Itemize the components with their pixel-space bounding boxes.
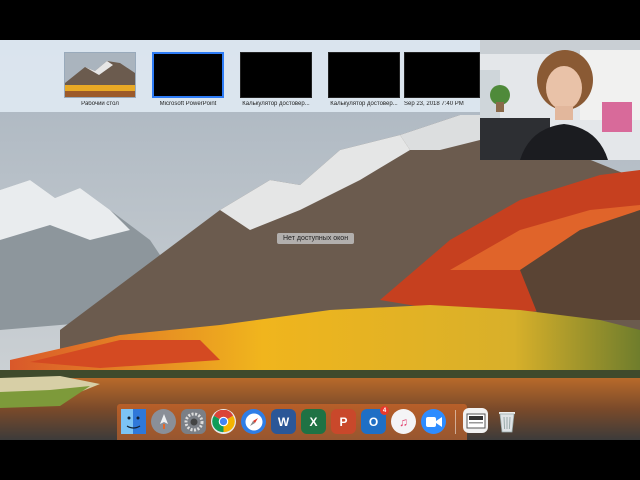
gear-icon	[184, 412, 203, 431]
desktop-thumbnail[interactable]	[328, 52, 400, 98]
powerpoint-icon[interactable]: P	[331, 409, 356, 434]
outlook-icon[interactable]: O 4	[361, 406, 389, 434]
desktop-space-label: Калькулятор достовер...	[242, 101, 310, 107]
desktop-space-2[interactable]: Microsoft PowerPoint	[152, 52, 224, 107]
desktop-thumbnail[interactable]	[240, 52, 312, 98]
desktop-space-label: Калькулятор достовер...	[330, 101, 398, 107]
outlook-glyph: O	[368, 414, 379, 429]
desktop-space-1[interactable]: Рабочий стол	[64, 52, 136, 107]
desktop-space-label: Рабочий стол	[81, 101, 119, 107]
preview-icon[interactable]	[463, 408, 488, 433]
launchpad-icon[interactable]	[151, 409, 176, 434]
chrome-logo-icon	[212, 410, 235, 433]
wallpaper-thumbnail-image	[65, 53, 135, 97]
zoom-icon[interactable]	[421, 409, 446, 434]
desktop-space-label: Sep 23, 2018 7:40 PM	[404, 101, 464, 107]
mission-control-spaces-bar: Рабочий стол Microsoft PowerPoint Кальку…	[0, 40, 480, 112]
chrome-icon[interactable]	[211, 409, 236, 434]
finder-face-icon	[121, 409, 146, 434]
system-preferences-icon[interactable]	[181, 409, 206, 434]
desktop-space-3[interactable]: Калькулятор достовер...	[240, 52, 312, 107]
trash-icon[interactable]	[494, 408, 519, 433]
desktop-thumbnail-selected[interactable]	[152, 52, 224, 98]
desktop-thumbnail[interactable]	[64, 52, 136, 98]
desktop-thumbnail[interactable]	[404, 52, 480, 98]
letterbox-top	[0, 0, 640, 40]
trash-can-icon	[498, 411, 515, 432]
word-icon[interactable]: W	[271, 409, 296, 434]
compass-icon	[245, 413, 262, 430]
document-stack-icon	[466, 413, 485, 428]
video-camera-icon	[425, 416, 442, 427]
rocket-icon	[159, 413, 168, 429]
desktop-space-label: Microsoft PowerPoint	[159, 101, 217, 107]
excel-icon[interactable]: X	[301, 409, 326, 434]
safari-icon[interactable]	[241, 409, 266, 434]
dock: W X P O 4 ♫	[117, 404, 467, 440]
letterbox-bottom	[0, 440, 640, 480]
webcam-video-image	[480, 40, 640, 160]
no-windows-label: Нет доступных окон	[277, 233, 355, 244]
webcam-overlay	[480, 40, 640, 160]
dock-separator	[455, 410, 456, 434]
finder-icon[interactable]	[121, 409, 146, 434]
desktop-space-5[interactable]: Sep 23, 2018 7:40 PM	[404, 52, 480, 107]
itunes-icon[interactable]: ♫	[391, 409, 416, 434]
unread-badge: 4	[380, 406, 389, 415]
desktop-space-4[interactable]: Калькулятор достовер...	[328, 52, 400, 107]
